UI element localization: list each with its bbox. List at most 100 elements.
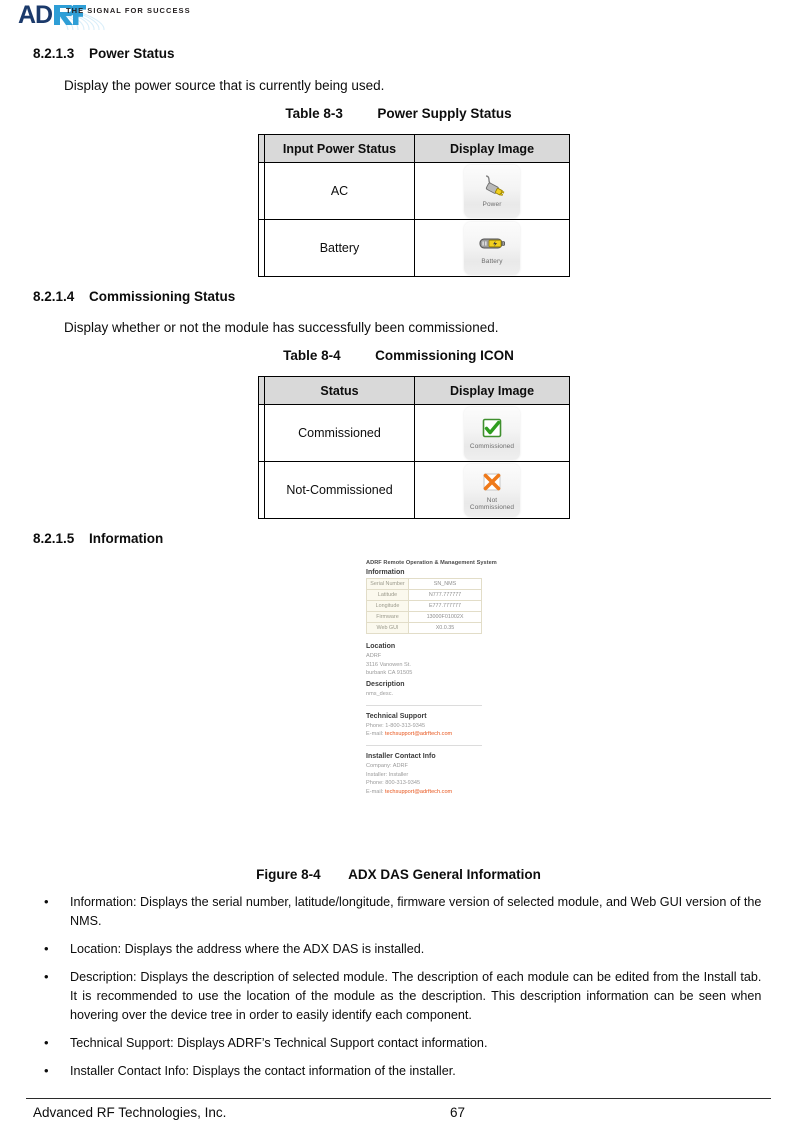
column-header-input-power-status: Input Power Status bbox=[264, 134, 415, 163]
heading-power-status: 8.2.1.3 Power Status bbox=[33, 46, 175, 61]
heading-commissioning-status: 8.2.1.4 Commissioning Status bbox=[33, 289, 235, 304]
table-8-4-caption-title: Commissioning ICON bbox=[375, 348, 514, 363]
nms-description-heading: Description bbox=[366, 680, 405, 688]
page-header: A D THE SIGNAL FOR SUCCESS bbox=[0, 0, 797, 34]
nms-location-line-1: ADRF bbox=[366, 653, 382, 659]
value-web-gui: X0.0.35 bbox=[408, 622, 482, 634]
footer-divider bbox=[26, 1098, 771, 1099]
heading-title: Power Status bbox=[89, 46, 175, 61]
heading-number: 8.2.1.3 bbox=[33, 46, 75, 61]
nms-installer-phone: Phone: 800-313-9345 bbox=[366, 780, 421, 787]
table-row: Commissioned Commissioned bbox=[258, 404, 570, 462]
footer-page-number: 67 bbox=[450, 1105, 466, 1120]
table-row: Longitude E777.777777 bbox=[366, 600, 482, 612]
cell-image-battery: Battery bbox=[414, 219, 570, 277]
nms-technical-support-email-link[interactable]: techsupport@adrftech.com bbox=[385, 731, 452, 737]
nms-location-heading: Location bbox=[366, 643, 396, 650]
nms-technical-support-block: Technical Support Phone: 1-800-313-9345 … bbox=[366, 713, 492, 739]
orange-x-icon bbox=[481, 469, 503, 495]
value-latitude: N777.777777 bbox=[408, 589, 482, 601]
cell-status-commissioned: Commissioned bbox=[264, 404, 415, 462]
nms-divider bbox=[366, 704, 482, 706]
figure-8-4-caption: Figure 8-4 ADX DAS General Information bbox=[0, 867, 797, 882]
table-8-3-caption-number: Table 8-3 bbox=[285, 106, 343, 121]
battery-icon bbox=[477, 230, 507, 256]
value-serial-number: SN_NMS bbox=[408, 578, 482, 590]
commissioned-button-caption: Commissioned bbox=[469, 443, 515, 451]
cell-status-battery: Battery bbox=[264, 219, 415, 277]
svg-text:A: A bbox=[18, 1, 36, 29]
nms-installer-email-row: E-mail: techsupport@adrftech.com bbox=[366, 788, 492, 797]
heading-number: 8.2.1.5 bbox=[33, 531, 75, 546]
nms-installer-name: Installer: Installer bbox=[366, 771, 409, 778]
nms-technical-support-phone: Phone: 1-800-313-9345 bbox=[366, 722, 426, 729]
figure-8-4-caption-number: Figure 8-4 bbox=[256, 867, 321, 882]
table-8-4-caption: Table 8-4 Commissioning ICON bbox=[0, 348, 797, 363]
column-header-display-image: Display Image bbox=[414, 134, 570, 163]
footer-company: Advanced RF Technologies, Inc. bbox=[33, 1105, 227, 1120]
list-item: • Location: Displays the address where t… bbox=[38, 939, 794, 958]
column-header-display-image: Display Image bbox=[414, 376, 570, 405]
nms-location-line-3: burbank CA 91505 bbox=[366, 670, 413, 677]
power-status-description: Display the power source that is current… bbox=[64, 78, 385, 93]
nms-installer-email-link[interactable]: techsupport@adrftech.com bbox=[385, 789, 452, 795]
nms-technical-support-heading: Technical Support bbox=[366, 712, 427, 720]
battery-status-button[interactable]: Battery bbox=[464, 221, 520, 275]
cell-image-not-commissioned: Not Commissioned bbox=[414, 461, 570, 519]
bullet-text-location: Location: Displays the address where the… bbox=[70, 941, 425, 956]
nms-app-title: ADRF Remote Operation & Management Syste… bbox=[366, 560, 497, 566]
value-longitude: E777.777777 bbox=[408, 600, 482, 612]
table-8-3-caption: Table 8-3 Power Supply Status bbox=[0, 106, 797, 121]
nms-technical-support-email-row: E-mail: techsupport@adrftech.com bbox=[366, 730, 492, 739]
nms-information-table: Serial Number SN_NMS Latitude N777.77777… bbox=[366, 578, 482, 634]
svg-text:D: D bbox=[35, 1, 52, 29]
table-row-header: Input Power Status Display Image bbox=[258, 134, 570, 163]
list-item: • Information: Displays the serial numbe… bbox=[38, 892, 794, 930]
nms-installer-company: Company: ADRF bbox=[366, 762, 408, 769]
bullet-text-installer-contact-info: Installer Contact Info: Displays the con… bbox=[70, 1063, 456, 1078]
label-web-gui: Web GUI bbox=[366, 622, 409, 634]
label-firmware: Firmware bbox=[366, 611, 409, 623]
label-serial-number: Serial Number bbox=[366, 578, 409, 590]
table-row: Web GUI X0.0.35 bbox=[366, 622, 482, 634]
logo-tagline: THE SIGNAL FOR SUCCESS bbox=[66, 6, 191, 15]
table-8-4-caption-number: Table 8-4 bbox=[283, 348, 341, 363]
power-button-caption: Power bbox=[482, 201, 502, 209]
figure-8-4-caption-title: ADX DAS General Information bbox=[348, 867, 541, 882]
table-row: Battery Battery bbox=[258, 219, 570, 277]
value-firmware: 13000F01002X bbox=[408, 611, 482, 623]
nms-installer-heading: Installer Contact Info bbox=[366, 752, 436, 760]
table-row: Not-Commissioned Not Commissioned bbox=[258, 461, 570, 519]
nms-installer-contact-block: Installer Contact Info Company: ADRF Ins… bbox=[366, 753, 492, 797]
bullet-dot-icon: • bbox=[44, 1063, 49, 1078]
table-commissioning-icon: Status Display Image Commissioned Commis… bbox=[258, 376, 570, 519]
commissioned-button[interactable]: Commissioned bbox=[464, 406, 520, 460]
not-commissioned-button-caption: Not Commissioned bbox=[469, 496, 515, 511]
table-row: Serial Number SN_NMS bbox=[366, 578, 482, 590]
heading-title: Commissioning Status bbox=[89, 289, 236, 304]
list-item: • Description: Displays the description … bbox=[38, 967, 794, 1024]
nms-installer-email-label: E-mail: bbox=[366, 788, 385, 795]
nms-divider bbox=[366, 744, 482, 746]
nms-information-heading: Information bbox=[366, 569, 405, 576]
bullet-dot-icon: • bbox=[44, 894, 49, 909]
nms-technical-support-email-label: E-mail: bbox=[366, 731, 385, 738]
not-commissioned-button[interactable]: Not Commissioned bbox=[464, 463, 520, 517]
bullet-dot-icon: • bbox=[44, 941, 49, 956]
label-longitude: Longitude bbox=[366, 600, 409, 612]
heading-title: Information bbox=[89, 531, 164, 546]
cell-status-ac: AC bbox=[264, 162, 415, 220]
green-check-icon bbox=[481, 415, 503, 441]
heading-number: 8.2.1.4 bbox=[33, 289, 75, 304]
table-row: Firmware 13000F01002X bbox=[366, 611, 482, 623]
commissioning-status-description: Display whether or not the module has su… bbox=[64, 320, 499, 335]
table-row: AC Power bbox=[258, 162, 570, 220]
table-power-supply-status: Input Power Status Display Image AC Powe… bbox=[258, 134, 570, 277]
list-item: • Technical Support: Displays ADRF’s Tec… bbox=[38, 1033, 794, 1052]
nms-location-line-2: 3116 Vanowen St. bbox=[366, 661, 411, 668]
nms-general-information-screenshot: ADRF Remote Operation & Management Syste… bbox=[366, 560, 497, 862]
power-status-button[interactable]: Power bbox=[464, 164, 520, 218]
nms-description-value: nms_desc. bbox=[366, 690, 394, 697]
bullet-dot-icon: • bbox=[44, 1035, 49, 1050]
table-row-header: Status Display Image bbox=[258, 376, 570, 405]
